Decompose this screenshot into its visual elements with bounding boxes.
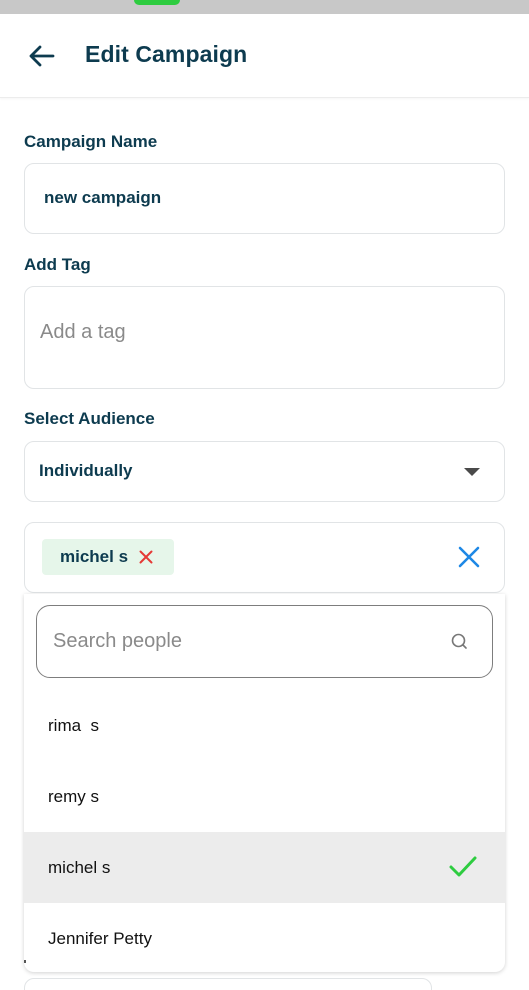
search-icon	[451, 633, 467, 649]
person-name: remy s	[48, 786, 99, 806]
check-icon	[449, 856, 477, 877]
close-icon	[458, 546, 480, 568]
chip-remove-button[interactable]	[138, 549, 154, 565]
selected-people-field[interactable]: michel s	[24, 522, 505, 593]
select-audience-label: Select Audience	[24, 409, 155, 428]
list-item[interactable]: rima s	[24, 690, 505, 761]
campaign-name-field[interactable]: new campaign	[24, 163, 505, 234]
audience-selected-value: Individually	[39, 461, 133, 480]
page-title: Edit Campaign	[85, 41, 248, 67]
campaign-name-value: new campaign	[44, 188, 162, 207]
next-field[interactable]	[24, 978, 432, 990]
status-indicator	[134, 0, 180, 5]
person-name: rima s	[48, 715, 99, 735]
add-tag-label: Add Tag	[24, 255, 91, 274]
status-bar	[0, 0, 529, 14]
audience-select[interactable]: Individually	[24, 441, 505, 502]
close-icon	[139, 550, 153, 564]
list-item[interactable]: michel s	[24, 832, 505, 903]
back-button[interactable]	[24, 40, 58, 72]
person-name: michel s	[48, 857, 111, 877]
list-item[interactable]: remy s	[24, 761, 505, 832]
clear-selection-button[interactable]	[457, 545, 481, 569]
people-list: rima s remy s michel s Jennifer Petty	[24, 690, 505, 972]
chip-label: michel s	[60, 547, 129, 566]
tag-input[interactable]	[40, 321, 480, 344]
search-input[interactable]	[53, 630, 433, 653]
divider	[24, 960, 26, 963]
chevron-down-icon	[464, 468, 480, 476]
add-tag-field[interactable]	[24, 286, 505, 389]
campaign-name-label: Campaign Name	[24, 132, 158, 151]
list-item[interactable]: Jennifer Petty	[24, 903, 505, 972]
search-field[interactable]	[36, 605, 493, 678]
person-name: Jennifer Petty	[48, 928, 152, 948]
people-dropdown: rima s remy s michel s Jennifer Petty	[24, 594, 505, 972]
person-chip: michel s	[42, 539, 174, 575]
app-bar: Edit Campaign	[0, 14, 529, 98]
arrow-left-icon	[29, 45, 55, 67]
